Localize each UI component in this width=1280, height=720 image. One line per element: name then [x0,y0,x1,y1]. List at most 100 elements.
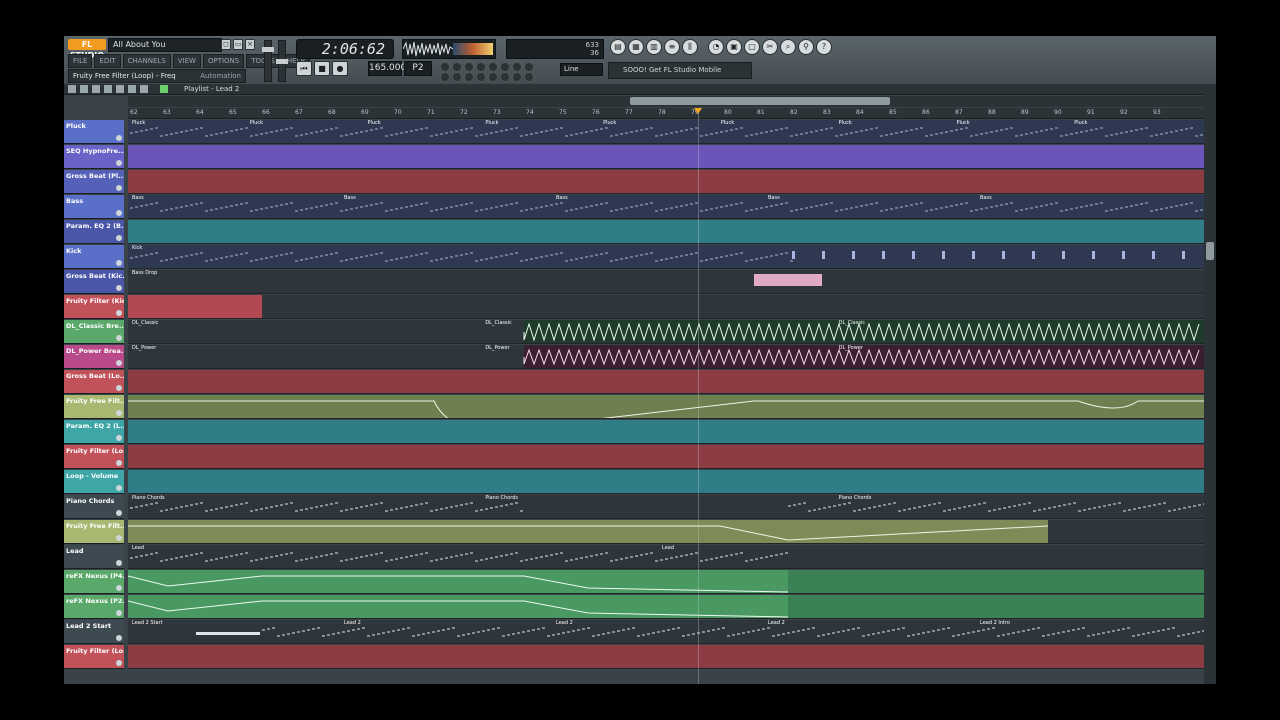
track-label[interactable]: Piano Chords [64,495,124,519]
snap-icon[interactable] [524,72,534,82]
clip-label[interactable]: DL_Classic [132,320,158,326]
pattern-icon[interactable] [160,85,168,93]
snap-icon[interactable] [464,62,474,72]
snap-icon[interactable] [500,72,510,82]
clip-label[interactable]: Piano Chords [839,495,872,501]
close-icon[interactable]: × [245,39,255,50]
track-select-icon[interactable] [116,635,122,641]
track-label[interactable]: reFX Nexus (P2... [64,595,124,619]
paint-tool-icon[interactable] [92,85,100,93]
track-select-icon[interactable] [116,160,122,166]
track-lane[interactable]: Lead Lead [128,545,1204,569]
kick-note[interactable] [852,251,855,259]
track-lane[interactable]: Bass Bass Bass Bass Bass [128,195,1204,219]
kick-note[interactable] [1182,251,1185,259]
playlist-icon[interactable]: ▤ [610,39,626,55]
clip-label[interactable]: DL_Power [132,345,156,351]
track-lane[interactable] [128,295,1204,319]
kick-note[interactable] [1032,251,1035,259]
note-pattern[interactable] [130,202,1203,212]
clip-label[interactable]: Bass [556,195,568,201]
clip-label[interactable]: DL_Power [839,345,863,351]
piano-roll-icon[interactable]: ▥ [646,39,662,55]
clip-label[interactable]: Lead 2 Intro [980,620,1010,626]
news-ticker[interactable]: SOOO! Get FL Studio Mobile [608,62,752,79]
track-label[interactable]: DL_Power Brea... [64,345,124,369]
track-lane[interactable] [128,420,1204,444]
tools-icon[interactable]: ✂ [762,39,778,55]
snap-icon[interactable] [440,62,450,72]
snap-icon[interactable] [488,72,498,82]
track-lane[interactable] [128,470,1204,494]
clip-label[interactable]: Lead 2 [556,620,573,626]
track-select-icon[interactable] [116,535,122,541]
kick-note[interactable] [1002,251,1005,259]
tempo-display[interactable]: 165.000 [368,61,406,76]
kick-note[interactable] [912,251,915,259]
search-icon[interactable]: ⌕ [780,39,796,55]
track-label[interactable]: Fruity Free Filt... [64,395,124,419]
track-label[interactable]: reFX Nexus (P4... [64,570,124,594]
automation-clip[interactable] [128,520,1048,543]
select-tool-icon[interactable] [128,85,136,93]
clip-label[interactable]: DL_Power [485,345,509,351]
track-lane[interactable]: Piano Chords Piano Chords Piano Chords [128,495,1204,519]
track-lane[interactable]: DL_Classic DL_Classic DL_Classic [128,320,1204,344]
menu-edit[interactable]: EDIT [94,54,121,68]
note-pattern[interactable] [130,252,793,262]
kick-note[interactable] [1062,251,1065,259]
timeline-ruler[interactable]: 62 63 64 65 66 67 68 69 70 71 72 73 74 75 76 77 78 79 80 81… [128,108,1204,119]
track-label[interactable]: Gross Beat (Pl... [64,170,124,194]
track-label[interactable]: DL_Classic Bre... [64,320,124,344]
snap-icon[interactable] [440,72,450,82]
track-label[interactable]: Lead 2 Start [64,620,124,644]
rewind-button[interactable]: ⏮ [296,61,312,76]
clip-label[interactable]: Piano Chords [132,495,165,501]
track-label[interactable]: Fruity Free Filt... [64,520,124,544]
track-lane[interactable] [128,145,1204,169]
track-select-icon[interactable] [116,560,122,566]
snap-icon[interactable] [452,72,462,82]
track-lane[interactable]: Pluck Pluck Pluck Pluck Pluck Pluck Pluck Pluck… [128,120,1204,144]
track-lane[interactable] [128,645,1204,669]
clip-label[interactable]: Kick [132,245,142,251]
step-sequencer-icon[interactable]: ▦ [628,39,644,55]
clip-label[interactable]: Pluck [603,120,616,126]
browser-icon[interactable]: ≡ [664,39,680,55]
kick-note[interactable] [882,251,885,259]
clip-label[interactable]: Pluck [368,120,381,126]
filter-automation[interactable] [128,400,1204,418]
pattern-selector[interactable]: P2 [404,61,432,76]
draw-tool-icon[interactable] [80,85,88,93]
clip-label[interactable]: Lead 2 [344,620,361,626]
render-icon[interactable]: ▣ [726,39,742,55]
track-select-icon[interactable] [116,460,122,466]
snap-icon[interactable] [500,62,510,72]
snap-icon[interactable] [512,72,522,82]
track-select-icon[interactable] [116,185,122,191]
kick-note[interactable] [792,251,795,259]
clip-label[interactable]: Bass [132,195,144,201]
restore-icon[interactable]: ◻ [221,39,231,50]
track-lane[interactable] [128,445,1204,469]
note-pattern[interactable] [788,502,1204,512]
track-label[interactable]: Fruity Filter (Lo... [64,645,124,669]
clip-label[interactable]: DL_Classic [485,320,511,326]
master-pitch-slider[interactable] [276,40,288,82]
clip-label[interactable]: Pluck [839,120,852,126]
track-select-icon[interactable] [116,310,122,316]
track-lane[interactable] [128,520,1204,544]
track-select-icon[interactable] [116,385,122,391]
bass-drop-clip[interactable] [754,274,822,286]
track-select-icon[interactable] [116,585,122,591]
kick-note[interactable] [1122,251,1125,259]
note-pattern[interactable] [262,627,1204,637]
track-select-icon[interactable] [116,235,122,241]
note-pattern[interactable] [130,552,788,562]
kick-note[interactable] [1092,251,1095,259]
record-button[interactable]: ● [332,61,348,76]
track-select-icon[interactable] [116,285,122,291]
slice-tool-icon[interactable] [116,85,124,93]
track-label[interactable]: Fruity Filter (Lo... [64,445,124,469]
track-label[interactable]: Param. EQ 2 (L... [64,420,124,444]
